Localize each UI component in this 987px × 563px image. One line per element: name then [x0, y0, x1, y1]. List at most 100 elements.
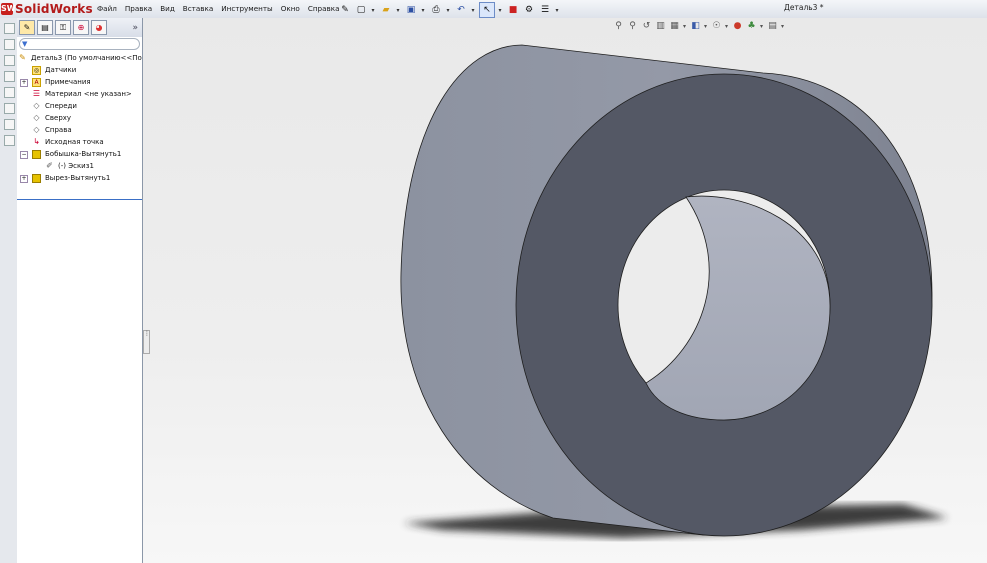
- tree-item-material[interactable]: ☰ Материал <не указан>: [17, 88, 142, 100]
- panel-splitter-handle[interactable]: ⋮: [143, 330, 150, 354]
- hide-show-dropdown-icon[interactable]: ▾: [725, 23, 729, 30]
- expand-toggle[interactable]: −: [20, 151, 28, 159]
- strip-icon-5[interactable]: [4, 87, 15, 98]
- boss-extrude-icon: [32, 150, 41, 159]
- tree-item-right-plane[interactable]: ◇ Справа: [17, 124, 142, 136]
- tree-item-label: Сверху: [45, 114, 72, 122]
- logo-badge-icon: SW: [1, 3, 16, 15]
- featuremanager-tabs: ✎ ▤ ⚿ ⊕ ◕ »: [17, 18, 142, 37]
- tree-item-front-plane[interactable]: ◇ Спереди: [17, 100, 142, 112]
- options-icon[interactable]: ⚙: [522, 3, 536, 17]
- rollback-bar[interactable]: [17, 199, 142, 200]
- select-dropdown-icon[interactable]: ▾: [497, 3, 503, 17]
- tree-item-label: Бобышка-Вытянуть1: [45, 150, 122, 158]
- task-pane-strip: [0, 18, 18, 563]
- plane-icon: ◇: [33, 101, 40, 110]
- strip-icon-4[interactable]: [4, 71, 15, 82]
- hide-show-icon[interactable]: ☉: [711, 21, 722, 32]
- strip-icon-8[interactable]: [4, 135, 15, 146]
- strip-icon-6[interactable]: [4, 103, 15, 114]
- view-orientation-icon[interactable]: ▦: [669, 21, 680, 32]
- plane-icon: ◇: [33, 113, 40, 122]
- save-dropdown-icon[interactable]: ▾: [420, 3, 426, 17]
- main-menu: Файл Правка Вид Вставка Инструменты Окно…: [93, 3, 343, 15]
- print-dropdown-icon[interactable]: ▾: [445, 3, 451, 17]
- tree-item-origin[interactable]: ↳ Исходная точка: [17, 136, 142, 148]
- graphics-area[interactable]: ⚲ ⚲ ↺ ▥ ▦ ▾ ◧ ▾ ☉ ▾ ● ♣ ▾ ▤ ▾: [143, 18, 987, 563]
- scene-dropdown-icon[interactable]: ▾: [760, 23, 764, 30]
- menu-window[interactable]: Окно: [277, 3, 304, 15]
- edit-appearance-icon[interactable]: ●: [732, 21, 743, 32]
- previous-view-icon[interactable]: ↺: [641, 21, 652, 32]
- new-icon[interactable]: ▢: [354, 3, 368, 17]
- featuremanager-panel: ✎ ▤ ⚿ ⊕ ◕ » ▼ ✎ Деталь3 (По умолчанию<<П…: [17, 18, 148, 563]
- app-name: SolidWorks: [15, 2, 93, 16]
- propertymanager-tab-icon[interactable]: ▤: [37, 20, 53, 35]
- display-dropdown-icon[interactable]: ▾: [704, 23, 708, 30]
- strip-icon-3[interactable]: [4, 55, 15, 66]
- tree-item-label: Справа: [45, 126, 72, 134]
- strip-icon-2[interactable]: [4, 39, 15, 50]
- rebuild-icon[interactable]: ■: [506, 3, 520, 17]
- undo-icon[interactable]: ↶: [454, 3, 468, 17]
- configuration-tab-icon[interactable]: ⚿: [55, 20, 71, 35]
- dimxpert-tab-icon[interactable]: ⊕: [73, 20, 89, 35]
- tree-item-cut-extrude[interactable]: + Вырез-Вытянуть1: [17, 172, 142, 184]
- origin-icon: ↳: [33, 137, 40, 146]
- menu-tools[interactable]: Инструменты: [217, 3, 276, 15]
- sensors-icon: ◎: [32, 66, 41, 75]
- heads-up-view-toolbar: ⚲ ⚲ ↺ ▥ ▦ ▾ ◧ ▾ ☉ ▾ ● ♣ ▾ ▤ ▾: [613, 21, 788, 32]
- tree-item-boss-extrude[interactable]: − Бобышка-Вытянуть1: [17, 148, 142, 160]
- tree-item-sensors[interactable]: ◎ Датчики: [17, 64, 142, 76]
- print-icon[interactable]: ⎙: [429, 3, 443, 17]
- plane-icon: ◇: [33, 125, 40, 134]
- title-menu-bar: SW SolidWorks Файл Правка Вид Вставка Ин…: [0, 0, 987, 19]
- zoom-area-icon[interactable]: ⚲: [627, 21, 638, 32]
- model-view[interactable]: [143, 18, 987, 563]
- orientation-dropdown-icon[interactable]: ▾: [683, 23, 687, 30]
- view-settings-icon[interactable]: ▤: [767, 21, 778, 32]
- undo-dropdown-icon[interactable]: ▾: [470, 3, 476, 17]
- customize-dropdown-icon[interactable]: ▾: [554, 3, 560, 17]
- tree-item-label: Вырез-Вытянуть1: [45, 174, 111, 182]
- document-title: Деталь3 *: [784, 3, 824, 12]
- menu-edit[interactable]: Правка: [121, 3, 156, 15]
- tree-filter[interactable]: ▼: [19, 38, 140, 50]
- quick-access-toolbar: ✎ ▢ ▾ ▰ ▾ ▣ ▾ ⎙ ▾ ↶ ▾ ↖ ▾ ■ ⚙ ☰ ▾: [338, 2, 563, 18]
- open-icon[interactable]: ▰: [379, 3, 393, 17]
- tree-item-label: (-) Эскиз1: [58, 162, 94, 170]
- tree-item-label: Материал <не указан>: [45, 90, 132, 98]
- filter-icon: ▼: [22, 40, 28, 48]
- strip-icon-1[interactable]: [4, 23, 15, 34]
- settings-dropdown-icon[interactable]: ▾: [781, 23, 785, 30]
- tree-item-annotations[interactable]: + A Примечания: [17, 76, 142, 88]
- solidworks-logo[interactable]: SW SolidWorks: [1, 1, 93, 17]
- material-icon: ☰: [32, 89, 41, 98]
- select-icon[interactable]: ↖: [479, 2, 495, 18]
- display-style-icon[interactable]: ◧: [690, 21, 701, 32]
- expand-panel-icon[interactable]: »: [132, 23, 138, 33]
- tree-item-part[interactable]: ✎ Деталь3 (По умолчанию<<По у: [17, 52, 148, 64]
- tree-item-top-plane[interactable]: ◇ Сверху: [17, 112, 142, 124]
- tree-item-label: Датчики: [45, 66, 77, 74]
- section-view-icon[interactable]: ▥: [655, 21, 666, 32]
- menu-insert[interactable]: Вставка: [179, 3, 217, 15]
- expand-toggle[interactable]: +: [20, 175, 28, 183]
- pin-icon[interactable]: ✎: [338, 3, 352, 17]
- customize-icon[interactable]: ☰: [538, 3, 552, 17]
- zoom-to-fit-icon[interactable]: ⚲: [613, 21, 624, 32]
- save-icon[interactable]: ▣: [404, 3, 418, 17]
- expand-toggle[interactable]: +: [20, 79, 28, 87]
- new-dropdown-icon[interactable]: ▾: [370, 3, 376, 17]
- cut-extrude-icon: [32, 174, 41, 183]
- menu-file[interactable]: Файл: [93, 3, 121, 15]
- open-dropdown-icon[interactable]: ▾: [395, 3, 401, 17]
- featuremanager-tab-icon[interactable]: ✎: [19, 20, 35, 35]
- display-tab-icon[interactable]: ◕: [91, 20, 107, 35]
- menu-view[interactable]: Вид: [156, 3, 179, 15]
- apply-scene-icon[interactable]: ♣: [746, 21, 757, 32]
- sketch-icon: ✐: [46, 161, 53, 170]
- tree-item-sketch[interactable]: ✐ (-) Эскиз1: [17, 160, 142, 172]
- annotations-icon: A: [32, 78, 41, 87]
- strip-icon-7[interactable]: [4, 119, 15, 130]
